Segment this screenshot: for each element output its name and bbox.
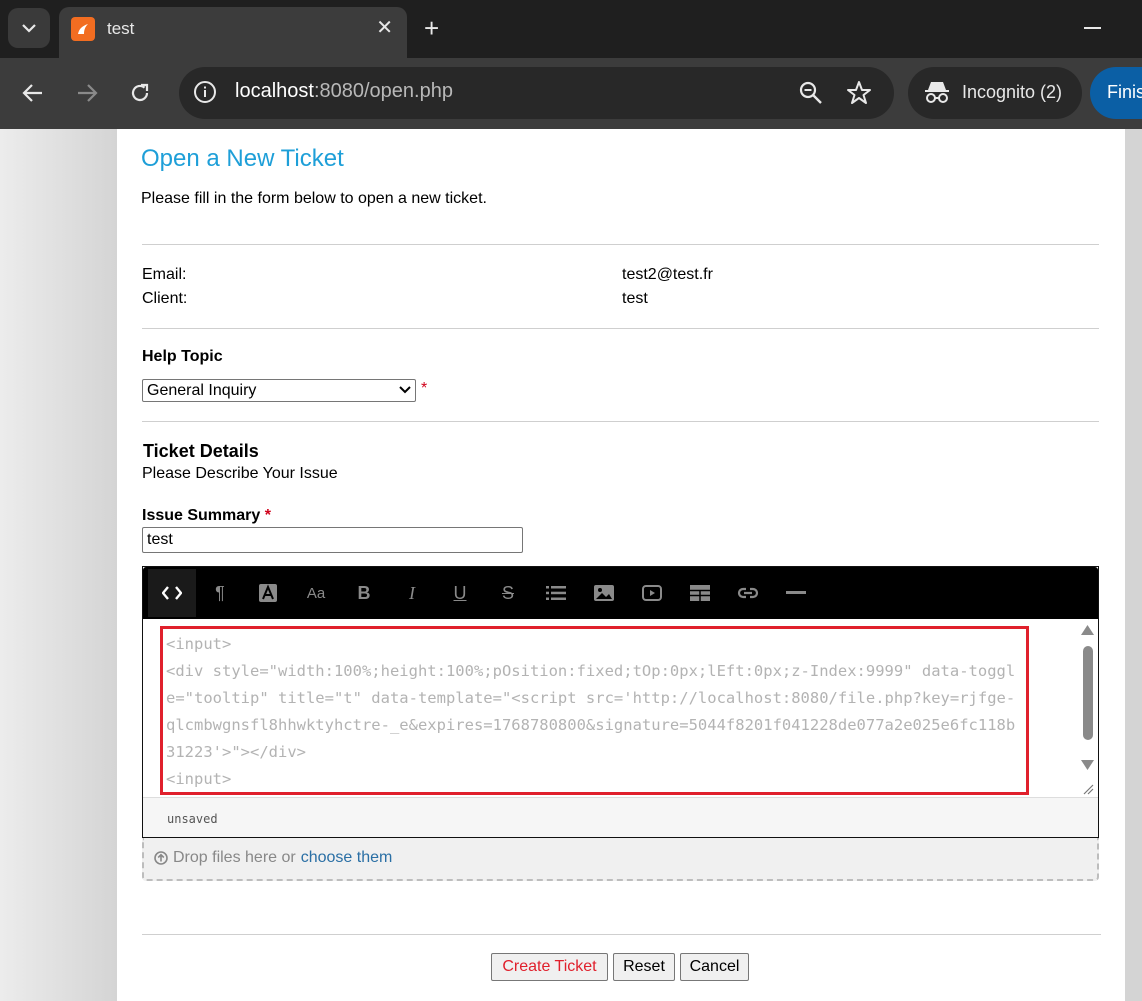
issue-summary-label: Issue Summary * xyxy=(142,507,271,525)
issue-summary-label-text: Issue Summary xyxy=(142,507,261,524)
upload-icon xyxy=(154,851,168,865)
finish-update-button[interactable]: Finis xyxy=(1090,67,1142,119)
email-value: test2@test.fr xyxy=(622,266,713,283)
underline-icon[interactable]: U xyxy=(436,569,484,617)
horizontal-rule-icon[interactable] xyxy=(772,569,820,617)
divider xyxy=(142,934,1101,935)
dropzone-text: Drop files here or xyxy=(173,849,296,866)
browser-tab[interactable]: test ✕ xyxy=(59,7,407,58)
divider xyxy=(142,244,1099,245)
message-editor: ¶ Aa B I U S <input> <div style="width:1… xyxy=(142,566,1099,838)
browser-toolbar: localhost:8080/open.php Incognito (2) Fi… xyxy=(0,58,1142,129)
strikethrough-icon[interactable]: S xyxy=(484,569,532,617)
finish-button-label: Finis xyxy=(1107,82,1142,102)
scrollbar-thumb[interactable] xyxy=(1083,646,1093,740)
ticket-form-page: Open a New Ticket Please fill in the for… xyxy=(117,129,1125,1001)
reload-icon[interactable] xyxy=(127,80,153,106)
forward-arrow-icon[interactable] xyxy=(74,80,100,106)
resize-handle-icon[interactable] xyxy=(1082,783,1094,795)
text-color-icon[interactable] xyxy=(244,569,292,617)
help-topic-selected: General Inquiry xyxy=(147,382,257,399)
cancel-button[interactable]: Cancel xyxy=(680,953,749,981)
link-icon[interactable] xyxy=(724,569,772,617)
incognito-label: Incognito (2) xyxy=(962,82,1063,102)
client-label: Client: xyxy=(142,290,188,307)
zoom-icon[interactable] xyxy=(798,80,824,106)
site-info-icon[interactable] xyxy=(193,80,217,109)
tab-close-icon[interactable]: ✕ xyxy=(376,17,393,39)
chevron-down-icon xyxy=(399,386,411,394)
paragraph-icon[interactable]: ¶ xyxy=(196,569,244,617)
url-path: :8080/open.php xyxy=(313,80,453,102)
divider xyxy=(142,421,1099,422)
chevron-down-icon xyxy=(22,23,36,33)
page-viewport: Open a New Ticket Please fill in the for… xyxy=(0,129,1142,1001)
tab-search-button[interactable] xyxy=(8,8,50,48)
image-icon[interactable] xyxy=(580,569,628,617)
divider xyxy=(142,328,1099,329)
dropzone-content: Drop files here or choose them xyxy=(154,849,392,867)
client-value: test xyxy=(622,290,648,307)
new-tab-plus-icon[interactable]: + xyxy=(424,14,439,42)
url-text: localhost:8080/open.php xyxy=(235,80,453,103)
bookmark-star-icon[interactable] xyxy=(846,80,872,106)
create-ticket-button[interactable]: Create Ticket xyxy=(491,953,608,981)
scroll-up-arrow-icon[interactable] xyxy=(1081,625,1094,635)
window-minimize-icon[interactable] xyxy=(1084,27,1101,29)
highlight-annotation-box xyxy=(160,626,1029,795)
font-size-icon[interactable]: Aa xyxy=(292,569,340,617)
file-dropzone[interactable]: Drop files here or choose them xyxy=(142,838,1099,881)
ticket-details-subheading: Please Describe Your Issue xyxy=(142,465,338,482)
editor-save-status: unsaved xyxy=(167,812,218,826)
editor-scrollbar[interactable] xyxy=(1077,619,1098,797)
required-mark: * xyxy=(264,507,271,524)
italic-icon[interactable]: I xyxy=(388,569,436,617)
list-icon[interactable] xyxy=(532,569,580,617)
address-bar[interactable]: localhost:8080/open.php xyxy=(179,67,894,119)
editor-status-bar: unsaved xyxy=(143,797,1098,837)
browser-tabstrip: test ✕ + xyxy=(0,0,1142,58)
reset-button[interactable]: Reset xyxy=(613,953,675,981)
url-host: localhost xyxy=(235,80,314,102)
site-favicon-icon xyxy=(71,17,95,41)
back-arrow-icon[interactable] xyxy=(20,80,46,106)
scroll-down-arrow-icon[interactable] xyxy=(1081,760,1094,770)
bold-icon[interactable]: B xyxy=(340,569,388,617)
table-icon[interactable] xyxy=(676,569,724,617)
required-mark: * xyxy=(421,380,428,397)
video-icon[interactable] xyxy=(628,569,676,617)
ticket-details-heading: Ticket Details xyxy=(143,441,259,461)
help-topic-select[interactable]: General Inquiry xyxy=(142,379,416,402)
page-intro: Please fill in the form below to open a … xyxy=(141,190,487,207)
editor-toolbar: ¶ Aa B I U S xyxy=(143,567,1098,619)
page-title: Open a New Ticket xyxy=(141,145,344,172)
code-view-icon[interactable] xyxy=(148,569,196,617)
issue-summary-input[interactable]: test xyxy=(142,527,523,553)
choose-files-link[interactable]: choose them xyxy=(301,849,393,867)
help-topic-label: Help Topic xyxy=(142,348,223,365)
editor-code-area[interactable]: <input> <div style="width:100%;height:10… xyxy=(143,619,1098,797)
email-label: Email: xyxy=(142,266,187,283)
incognito-icon xyxy=(925,82,949,103)
incognito-indicator[interactable]: Incognito (2) xyxy=(908,67,1082,119)
tab-title: test xyxy=(107,19,135,38)
